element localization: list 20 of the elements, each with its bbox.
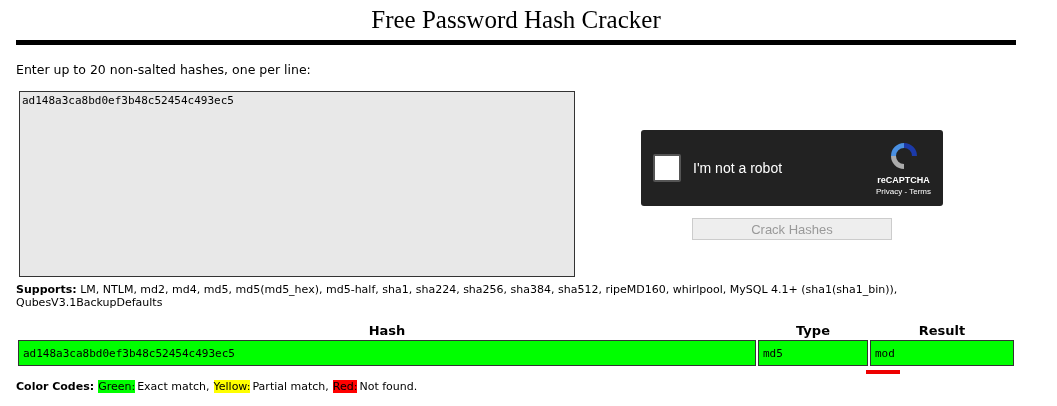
color-code-text: Partial match, (252, 380, 329, 393)
instruction-text: Enter up to 20 non-salted hashes, one per line: (16, 62, 312, 77)
color-code-swatch: Red: (332, 380, 358, 393)
column-header: Hash (367, 323, 407, 338)
captcha-brand: reCAPTCHA (877, 175, 930, 185)
color-codes-label: Color Codes: (16, 380, 95, 393)
column-header: Result (917, 323, 967, 338)
page-title: Free Password Hash Cracker (370, 5, 662, 35)
column-header: Type (795, 323, 831, 338)
color-code-swatch: Green: (98, 380, 136, 393)
color-code-text: Not found. (359, 380, 418, 393)
underline-mark (866, 370, 900, 374)
supports-text: Supports: LM, NTLM, md2, md4, md5, md5(md5_hex), md5-half, sha1, sha224, sha256, sha384, sha512, ripeMD160, whirlpool, MySQL 4.1+ (sha1(sha1_bin)), QubesV3.1BackupDefaults (16, 283, 899, 309)
captcha-checkbox[interactable] (653, 154, 681, 182)
table-cell: md5 (758, 340, 868, 366)
hashes-field[interactable]: ad148a3ca8bd0ef3b48c52454c493ec5 (19, 91, 575, 277)
captcha-label: I'm not a robot (693, 160, 784, 176)
captcha-links[interactable]: Privacy - Terms (876, 187, 931, 196)
color-code-text: Exact match, (137, 380, 210, 393)
table-cell: ad148a3ca8bd0ef3b48c52454c493ec5 (18, 340, 756, 366)
